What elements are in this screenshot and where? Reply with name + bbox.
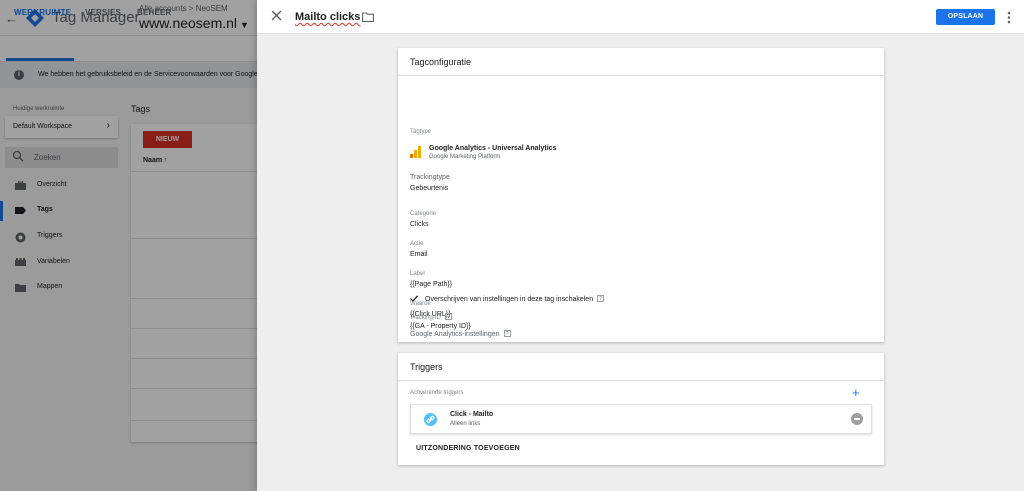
add-trigger-icon[interactable]: + <box>852 386 860 399</box>
trigger-subtitle: Alleen links <box>450 421 481 427</box>
tagtype-name: Google Analytics - Universal Analytics <box>429 145 557 152</box>
google-analytics-icon <box>410 146 421 158</box>
tracking-id-row: Tracking-ID? <box>410 313 452 321</box>
label-label: Label <box>410 271 425 277</box>
trigger-name: Click - Mailto <box>450 411 494 418</box>
folder-icon[interactable] <box>362 12 374 22</box>
tracking-id-label: Tracking-ID <box>410 315 441 321</box>
card-title: Tagconfiguratie <box>410 57 472 67</box>
ga-settings-label: Google Analytics-instellingen <box>410 331 500 338</box>
help-icon[interactable]: ? <box>444 313 452 320</box>
override-settings-row[interactable]: Overschrijven van instellingen in deze t… <box>425 295 605 303</box>
check-icon <box>410 295 418 302</box>
card-header: Tagconfiguratie <box>398 48 884 76</box>
action-value: Email <box>410 251 428 258</box>
tagtype-subtitle: Google Marketing Platform <box>429 154 501 160</box>
save-button[interactable]: OPSLAAN <box>936 9 995 25</box>
ga-settings-row: Google Analytics-instellingen? <box>410 330 511 338</box>
tracking-type-label: Trackingtype <box>410 174 450 181</box>
action-label: Actie <box>410 241 424 247</box>
add-exception-button[interactable]: UITZONDERING TOEVOEGEN <box>416 445 520 452</box>
help-icon[interactable]: ? <box>503 330 511 337</box>
trigger-item[interactable]: Click - Mailto Alleen links <box>410 404 872 434</box>
more-vert-icon[interactable] <box>1007 11 1011 24</box>
override-settings-text: Overschrijven van instellingen in deze t… <box>425 296 594 303</box>
card-title: Triggers <box>410 362 443 372</box>
category-value: Clicks <box>410 221 429 228</box>
tracking-id-value: {{GA - Property ID}} <box>410 323 471 330</box>
link-click-trigger-icon <box>424 413 437 426</box>
card-header: Triggers <box>398 353 884 381</box>
help-icon[interactable]: ? <box>597 295 605 302</box>
remove-circle-icon[interactable] <box>851 413 863 425</box>
tag-name-field[interactable]: Mailto clicks <box>295 11 360 23</box>
firing-triggers-label: Activerende triggers <box>410 390 464 396</box>
category-label: Categorie <box>410 211 437 217</box>
panel-header: Mailto clicks OPSLAAN <box>257 0 1024 34</box>
tagtype-label: Tagtype <box>410 129 432 135</box>
label-value: {{Page Path}} <box>410 281 453 288</box>
tracking-type-value: Gebeurtenis <box>410 185 449 192</box>
triggers-card: Triggers Activerende triggers + Click - … <box>398 353 884 465</box>
close-icon[interactable] <box>271 10 282 21</box>
tag-editor-panel: Mailto clicks OPSLAAN Tagconfiguratie Ta… <box>257 0 1024 491</box>
